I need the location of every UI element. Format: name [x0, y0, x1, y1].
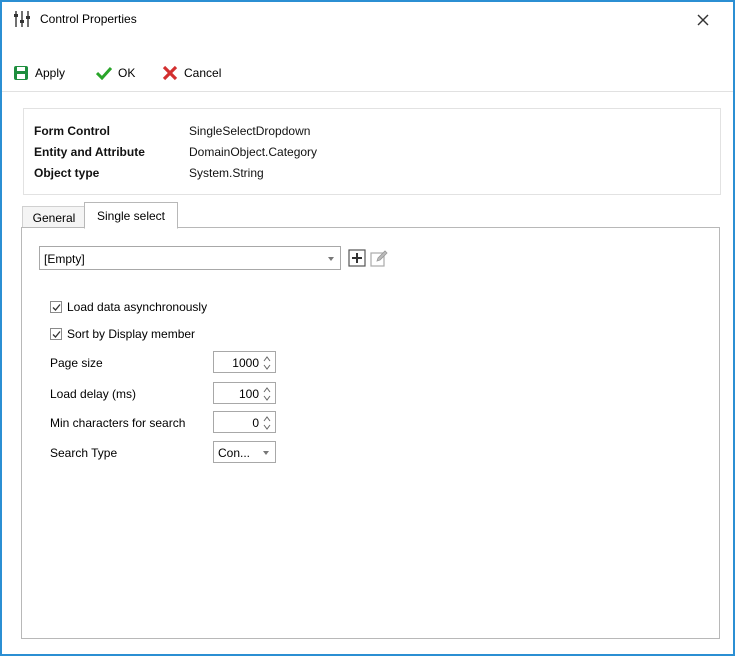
close-button[interactable]: [690, 8, 716, 32]
plus-box-icon: [348, 249, 366, 267]
spin-down-icon[interactable]: [263, 423, 271, 431]
data-source-dropdown[interactable]: [Empty]: [39, 246, 341, 270]
search-type-label: Search Type: [50, 446, 118, 460]
info-row-form-control: Form Control SingleSelectDropdown: [34, 122, 310, 140]
tab-general[interactable]: General: [22, 206, 86, 228]
info-key: Entity and Attribute: [34, 145, 145, 159]
spin-down-icon[interactable]: [263, 394, 271, 402]
single-select-panel: [Empty] Load data asynchronously Sort by…: [21, 227, 720, 639]
info-value: System.String: [189, 166, 264, 180]
cancel-label: Cancel: [184, 66, 222, 80]
sort-display-checkbox[interactable]: Sort by Display member: [50, 325, 195, 343]
info-row-object-type: Object type System.String: [34, 164, 264, 182]
load-delay-value: 100: [238, 387, 259, 401]
min-chars-value: 0: [252, 416, 259, 430]
page-size-spinner[interactable]: 1000: [213, 351, 276, 373]
min-chars-spinner[interactable]: 0: [213, 411, 276, 433]
title-bar: Control Properties: [2, 2, 733, 36]
tab-single-select[interactable]: Single select: [84, 202, 178, 229]
info-row-entity-attribute: Entity and Attribute DomainObject.Catego…: [34, 143, 317, 161]
edit-source-button[interactable]: [368, 247, 390, 269]
toolbar-divider: [2, 91, 733, 92]
checkmark-icon: [96, 66, 112, 80]
min-chars-label: Min characters for search: [50, 416, 186, 430]
save-icon: [14, 66, 28, 80]
edit-icon: [370, 250, 388, 267]
apply-button[interactable]: Apply: [13, 62, 65, 84]
chevron-down-icon: [328, 257, 334, 261]
load-async-checkbox[interactable]: Load data asynchronously: [50, 298, 207, 316]
info-value: SingleSelectDropdown: [189, 124, 311, 138]
info-key: Object type: [34, 166, 100, 180]
ok-button[interactable]: OK: [96, 62, 135, 84]
load-async-label: Load data asynchronously: [67, 300, 208, 314]
checkbox-box: [50, 301, 62, 313]
checkbox-box: [50, 328, 62, 340]
close-icon: [697, 14, 709, 26]
page-size-label: Page size: [50, 356, 103, 370]
check-icon: [52, 331, 61, 338]
add-source-button[interactable]: [346, 247, 368, 269]
spin-up-icon[interactable]: [263, 415, 271, 423]
dropdown-value: [Empty]: [44, 252, 85, 266]
load-delay-spinner[interactable]: 100: [213, 382, 276, 404]
search-type-value: Con...: [218, 446, 251, 460]
control-properties-dialog: Control Properties Apply OK Cancel Form …: [0, 0, 735, 656]
apply-label: Apply: [35, 66, 66, 80]
toolbar: Apply OK Cancel: [2, 62, 733, 86]
cancel-button[interactable]: Cancel: [162, 62, 221, 84]
sliders-icon: [13, 10, 31, 31]
info-value: DomainObject.Category: [189, 145, 318, 159]
control-info-panel: Form Control SingleSelectDropdown Entity…: [23, 108, 721, 195]
spin-up-icon[interactable]: [263, 386, 271, 394]
spin-up-icon[interactable]: [263, 355, 271, 363]
load-delay-label: Load delay (ms): [50, 387, 137, 401]
check-icon: [52, 304, 61, 311]
spin-down-icon[interactable]: [263, 363, 271, 371]
page-size-value: 1000: [232, 356, 259, 370]
search-type-select[interactable]: Con...: [213, 441, 276, 463]
info-key: Form Control: [34, 124, 110, 138]
chevron-down-icon: [263, 451, 269, 455]
dialog-title: Control Properties: [40, 12, 137, 26]
sort-display-label: Sort by Display member: [67, 327, 196, 341]
cross-icon: [162, 65, 178, 81]
ok-label: OK: [118, 66, 136, 80]
